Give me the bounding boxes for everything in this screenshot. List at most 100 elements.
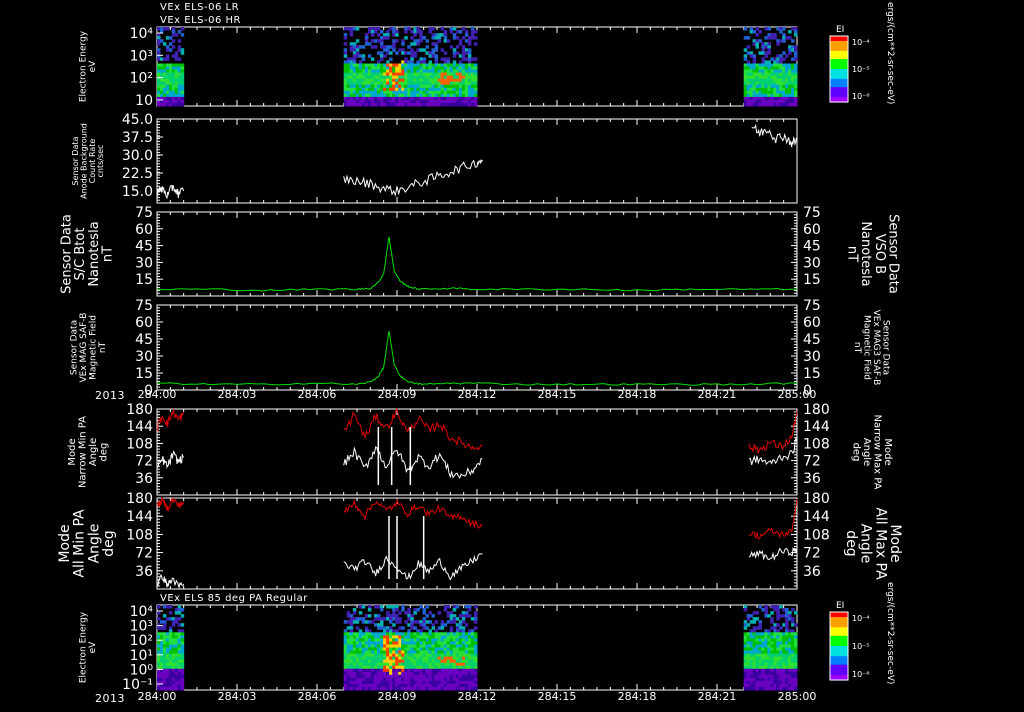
- heatmap-cell: [770, 96, 774, 101]
- y-axis-label-right: Mode: [887, 524, 903, 562]
- heatmap-cell: [419, 665, 423, 670]
- heatmap-cell: [177, 608, 182, 612]
- heatmap-cell: [407, 638, 411, 642]
- heatmap-cell: [392, 608, 396, 612]
- heatmap-cell: [431, 84, 435, 89]
- heatmap-cell: [380, 84, 384, 89]
- heatmap-cell: [370, 57, 375, 61]
- heatmap-cell: [449, 96, 454, 101]
- heatmap-cell: [779, 605, 783, 609]
- heatmap-cell: [452, 51, 457, 55]
- heatmap-cell: [380, 671, 384, 676]
- heatmap-cell: [434, 635, 439, 639]
- heatmap-cell: [386, 30, 390, 34]
- heatmap-cell: [428, 662, 432, 667]
- heatmap-cell: [171, 632, 176, 636]
- heatmap-cell: [464, 84, 469, 89]
- heatmap-cell: [398, 665, 402, 670]
- heatmap-cell: [392, 668, 396, 673]
- heatmap-cell: [410, 66, 414, 70]
- heatmap-cell: [788, 63, 792, 67]
- heatmap-cell: [455, 683, 460, 688]
- heatmap-cell: [464, 641, 469, 645]
- heatmap-cell: [392, 33, 396, 37]
- heatmap-cell: [407, 96, 411, 101]
- heatmap-cell: [467, 632, 472, 636]
- heatmap-cell: [425, 677, 429, 682]
- y-tick-label: 37.5: [122, 130, 153, 146]
- heatmap-cell: [407, 635, 411, 639]
- heatmap-cell: [428, 641, 432, 645]
- heatmap-cell: [446, 665, 451, 670]
- heatmap-cell: [422, 99, 426, 104]
- heatmap-cell: [434, 674, 439, 679]
- heatmap-cell: [374, 683, 378, 688]
- heatmap-cell: [437, 96, 442, 101]
- heatmap-cell: [364, 66, 369, 70]
- heatmap-cell: [162, 87, 167, 92]
- heatmap-cell: [470, 69, 475, 73]
- heatmap-cell: [749, 650, 754, 654]
- heatmap-cell: [464, 638, 469, 642]
- heatmap-cell: [364, 33, 369, 37]
- heatmap-cell: [349, 96, 354, 101]
- heatmap-cell: [410, 644, 414, 648]
- heatmap-cell: [474, 641, 478, 645]
- heatmap-cell: [458, 39, 463, 43]
- heatmap-cell: [374, 103, 378, 107]
- heatmap-cell: [788, 644, 792, 648]
- heatmap-cell: [422, 81, 426, 86]
- heatmap-cell: [364, 103, 369, 107]
- heatmap-cell: [761, 668, 765, 673]
- heatmap-cell: [461, 45, 466, 49]
- heatmap-cell: [358, 69, 363, 73]
- heatmap-cell: [749, 665, 754, 670]
- y-tick-label: 75: [135, 205, 153, 221]
- heatmap-cell: [401, 626, 405, 630]
- heatmap-cell: [404, 78, 408, 83]
- heatmap-cell: [377, 72, 381, 77]
- heatmap-cell: [171, 677, 176, 682]
- heatmap-cell: [458, 656, 463, 661]
- heatmap-cell: [168, 48, 173, 52]
- heatmap-cell: [770, 680, 774, 685]
- heatmap-cell: [788, 51, 792, 55]
- heatmap-cell: [461, 90, 466, 95]
- heatmap-cell: [358, 63, 363, 67]
- heatmap-cell: [407, 84, 411, 89]
- heatmap-cell: [395, 677, 399, 682]
- heatmap-cell: [171, 662, 176, 667]
- heatmap-cell: [416, 635, 420, 639]
- heatmap-cell: [367, 629, 372, 633]
- heatmap-cell: [174, 620, 179, 624]
- heatmap-cell: [455, 668, 460, 673]
- heatmap-cell: [794, 674, 798, 679]
- heatmap-cell: [779, 75, 783, 80]
- heatmap-cell: [749, 54, 754, 58]
- heatmap-cell: [443, 650, 448, 654]
- heatmap-cell: [407, 632, 411, 636]
- heatmap-cell: [764, 90, 768, 95]
- heatmap-cell: [162, 665, 167, 670]
- heatmap-cell: [764, 674, 768, 679]
- heatmap-cell: [370, 66, 375, 70]
- heatmap-cell: [346, 63, 351, 67]
- heatmap-cell: [177, 641, 182, 645]
- heatmap-cell: [467, 75, 472, 80]
- heatmap-cell: [434, 54, 439, 58]
- heatmap-cell: [389, 84, 393, 89]
- x-tick-label: 284:09: [378, 388, 417, 401]
- heatmap-cell: [434, 93, 439, 98]
- heatmap-cell: [449, 641, 454, 645]
- heatmap-cell: [361, 57, 366, 61]
- heatmap-cell: [177, 677, 182, 682]
- heatmap-cell: [446, 641, 451, 645]
- heatmap-cell: [785, 665, 789, 670]
- heatmap-cell: [180, 650, 185, 654]
- heatmap-cell: [386, 632, 390, 636]
- heatmap-cell: [761, 45, 765, 49]
- heatmap-cell: [474, 632, 478, 636]
- heatmap-cell: [410, 84, 414, 89]
- heatmap-cell: [416, 90, 420, 95]
- heatmap-cell: [380, 72, 384, 77]
